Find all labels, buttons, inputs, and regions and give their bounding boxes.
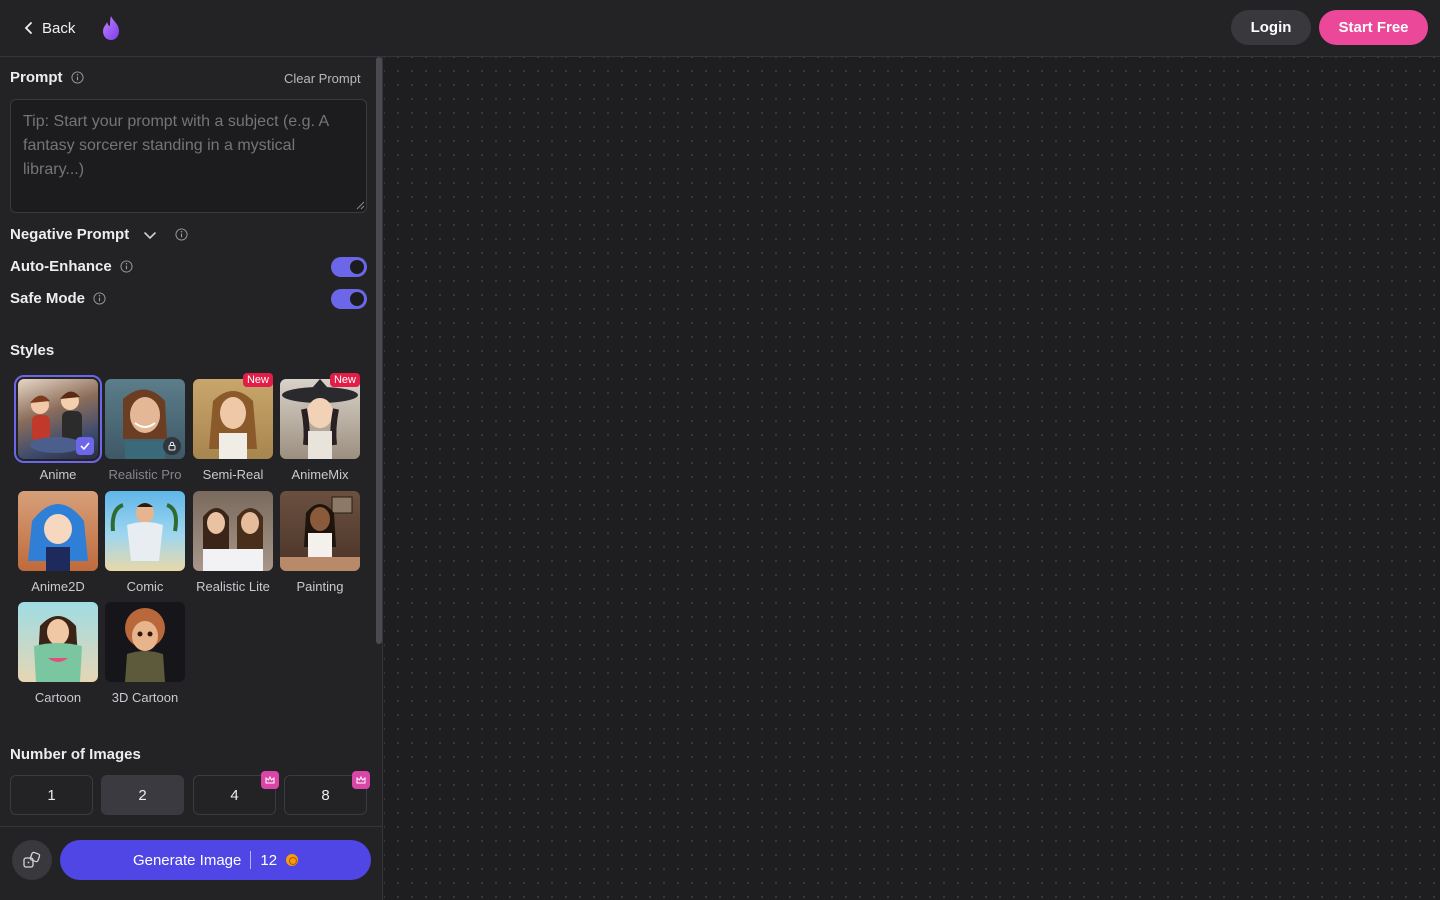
style-name: AnimeMix [291, 467, 349, 482]
generate-label: Generate Image [132, 851, 242, 869]
lock-icon [163, 437, 181, 455]
info-icon[interactable] [93, 292, 106, 305]
painting-thumbnail-art [280, 496, 360, 571]
style-card-semi-real[interactable]: New Semi-Real [193, 373, 273, 482]
image-count-2-button[interactable]: 2 [101, 775, 184, 815]
prompt-input[interactable] [10, 99, 367, 213]
style-name: Anime2D [31, 579, 85, 594]
style-thumbnail [105, 602, 185, 682]
generate-separator [250, 851, 252, 869]
coin-icon [286, 854, 299, 866]
style-card-3d-cartoon[interactable]: 3D Cartoon [105, 602, 185, 705]
style-thumbnail [105, 491, 185, 571]
comic-thumbnail-art [110, 503, 178, 561]
style-card-realistic-lite[interactable]: Realistic Lite [193, 491, 273, 594]
animemix-thumbnail-art [282, 379, 358, 459]
back-button[interactable]: Back [22, 14, 75, 42]
chevron-left-icon [24, 22, 32, 34]
image-count-label: 4 [230, 786, 239, 804]
random-prompt-button[interactable] [12, 840, 52, 880]
style-name: Realistic Pro [108, 467, 182, 482]
dice-icon [23, 851, 41, 868]
image-count-label: 8 [321, 786, 330, 804]
anime2d-thumbnail-art [28, 504, 88, 571]
info-icon[interactable] [70, 71, 84, 84]
realistic-lite-thumbnail-art [203, 508, 263, 571]
style-card-animemix[interactable]: New AnimeMix [280, 373, 360, 482]
resize-grip-icon[interactable] [356, 201, 365, 210]
style-thumbnail [280, 379, 360, 459]
style-name: 3D Cartoon [111, 690, 179, 705]
auto-enhance-label: Auto-Enhance [10, 258, 112, 275]
new-badge: New [329, 373, 360, 387]
image-count-label: 1 [47, 786, 56, 804]
footer-divider [0, 826, 383, 827]
image-count-1-button[interactable]: 1 [10, 775, 93, 815]
generate-cost: 12 [260, 851, 278, 869]
negative-prompt-label: Negative Prompt [10, 226, 130, 243]
negative-prompt-row[interactable]: Negative Prompt [10, 226, 188, 243]
generate-image-button[interactable]: Generate Image 12 [60, 840, 371, 880]
toggle-knob [350, 260, 364, 274]
style-name: Comic [126, 579, 164, 594]
style-thumbnail [18, 491, 98, 571]
auto-enhance-row: Auto-Enhance [10, 258, 133, 275]
cartoon-thumbnail-art [34, 616, 82, 682]
style-thumbnail [193, 491, 273, 571]
style-card-anime2d[interactable]: Anime2D [18, 491, 98, 594]
style-name: Semi-Real [202, 467, 264, 482]
info-icon[interactable] [120, 260, 133, 273]
style-card-painting[interactable]: Painting [280, 491, 360, 594]
style-thumbnail [14, 375, 102, 463]
semi-real-thumbnail-art [209, 391, 257, 459]
style-card-anime[interactable]: Anime [14, 375, 102, 482]
clear-prompt-button[interactable]: Clear Prompt [284, 71, 361, 86]
prompt-label: Prompt [10, 69, 63, 86]
new-badge: New [242, 373, 273, 387]
auto-enhance-toggle[interactable] [331, 257, 367, 277]
image-count-8-button[interactable]: 8 [284, 771, 370, 815]
panel-scrollbar[interactable] [376, 57, 382, 644]
start-free-button[interactable]: Start Free [1319, 10, 1428, 45]
safe-mode-label: Safe Mode [10, 290, 86, 307]
style-card-realistic-pro[interactable]: Realistic Pro [105, 379, 185, 482]
style-thumbnail [280, 491, 360, 571]
prompt-heading: Prompt [10, 69, 84, 86]
image-canvas[interactable] [384, 57, 1440, 900]
crown-icon [352, 771, 370, 789]
number-of-images-heading: Number of Images [10, 746, 141, 763]
back-label: Back [42, 19, 76, 37]
style-name: Cartoon [34, 690, 82, 705]
3d-cartoon-thumbnail-art [125, 608, 165, 682]
flame-logo-icon[interactable] [100, 14, 122, 42]
info-icon[interactable] [175, 228, 188, 241]
style-thumbnail [18, 602, 98, 682]
safe-mode-toggle[interactable] [331, 289, 367, 309]
crown-icon [261, 771, 279, 789]
login-button[interactable]: Login [1231, 10, 1311, 45]
style-name: Anime [39, 467, 77, 482]
safe-mode-row: Safe Mode [10, 290, 106, 307]
toggle-knob [350, 292, 364, 306]
chevron-down-icon[interactable] [143, 228, 157, 242]
image-count-label: 2 [138, 786, 147, 804]
image-count-4-button[interactable]: 4 [193, 771, 279, 815]
style-card-cartoon[interactable]: Cartoon [18, 602, 98, 705]
top-bar: Back Login Start Free [0, 0, 1440, 57]
style-name: Realistic Lite [196, 579, 270, 594]
style-thumbnail [193, 379, 273, 459]
style-card-comic[interactable]: Comic [105, 491, 185, 594]
style-thumbnail [105, 379, 185, 459]
style-name: Painting [296, 579, 344, 594]
styles-heading: Styles [10, 342, 55, 359]
check-icon [76, 437, 94, 455]
